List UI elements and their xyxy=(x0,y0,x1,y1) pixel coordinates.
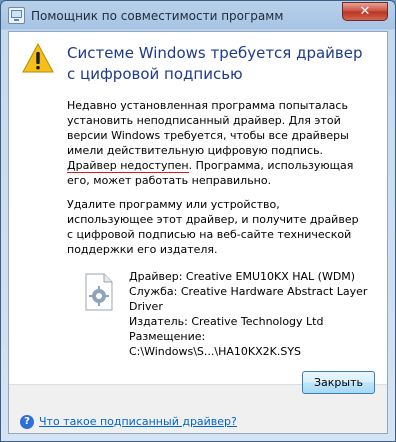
paragraph-remove-driver: Удалите программу или устройство, исполь… xyxy=(67,197,367,257)
help-link[interactable]: Что такое подписанный драйвер? xyxy=(39,415,237,428)
dialog-content: Системе Windows требуется драйвер с цифр… xyxy=(9,32,387,384)
paragraph1-text: Недавно установленная программа попытала… xyxy=(67,99,349,157)
driver-publisher: Издатель: Creative Technology Ltd xyxy=(129,315,324,328)
window-title: Помощник по совместимости программ xyxy=(31,9,284,23)
program-compatibility-icon xyxy=(8,7,25,24)
driver-name: Драйвер: Creative EMU10KX HAL (WDM) xyxy=(129,270,356,283)
help-icon[interactable]: ? xyxy=(20,415,34,429)
paragraph2-text: Удалите программу или устройство, исполь… xyxy=(67,198,359,256)
driver-details: Драйвер: Creative EMU10KX HAL (WDM) Служ… xyxy=(129,269,377,359)
title-bar[interactable]: Помощник по совместимости программ ✕ xyxy=(1,1,395,31)
window-close-button[interactable]: ✕ xyxy=(342,2,388,21)
driver-location: Размещение: C:\Windows\S...\HA10KX2K.SYS xyxy=(129,330,302,358)
dialog-client-area: Системе Windows требуется драйвер с цифр… xyxy=(8,31,388,434)
driver-service: Служба: Creative Hardware Abstract Layer… xyxy=(129,285,368,313)
paragraph-unsigned-driver: Недавно установленная программа попытала… xyxy=(67,98,367,188)
compatibility-dialog-window: Помощник по совместимости программ ✕ Сис… xyxy=(0,0,396,442)
flagged-phrase: Драйвер недоступен xyxy=(67,159,189,173)
driver-file-icon xyxy=(85,273,113,311)
dialog-heading: Системе Windows требуется драйвер с цифр… xyxy=(67,44,363,83)
warning-icon xyxy=(22,43,54,73)
close-button[interactable]: Закрыть xyxy=(302,371,375,394)
